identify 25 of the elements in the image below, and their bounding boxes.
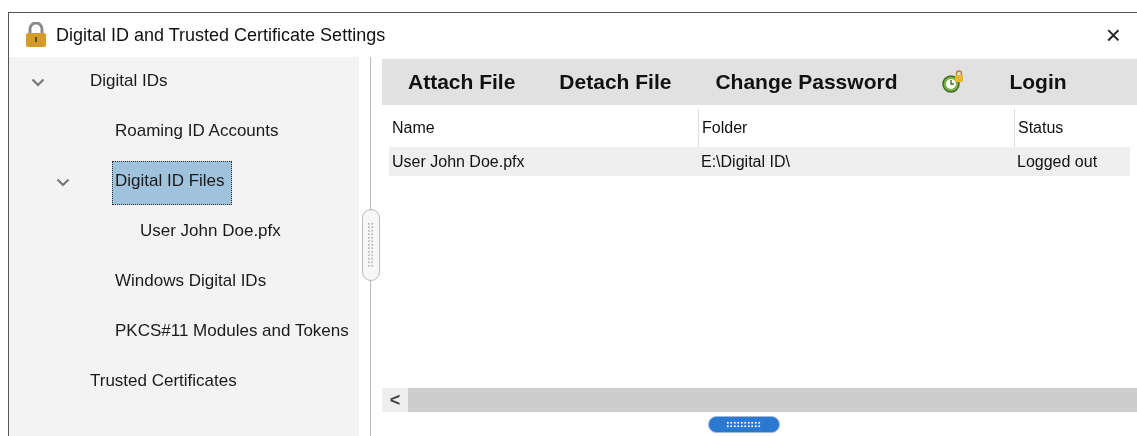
tree-item[interactable]: Trusted Certificates [87,361,244,392]
tree-item[interactable]: PKCS#11 Modules and Tokens [112,311,356,342]
close-button[interactable]: × [1099,22,1127,48]
splitter-handle[interactable] [361,209,380,281]
tree-item[interactable]: Digital IDs [87,61,175,92]
tree-item[interactable]: Windows Digital IDs [112,261,274,292]
column-header[interactable]: Name [389,109,698,147]
table-cell-text: E:\Digital ID\ [700,151,791,172]
table-cell-text: Logged out [1016,151,1099,172]
padlock-icon [24,22,48,48]
tree-item[interactable]: Roaming ID Accounts [112,111,286,142]
toolbar-button[interactable]: Detach File [559,66,672,98]
tree-item[interactable]: User John Doe.pfx [137,211,288,242]
scroll-left-button[interactable]: < [382,388,408,412]
resize-handle[interactable] [707,415,780,433]
chevron-icon[interactable] [31,78,45,87]
toolbar-button[interactable]: Attach File [408,66,516,98]
toolbar-button[interactable]: Change Password [715,66,898,98]
table-row[interactable]: User John Doe.pfx E:\Digital ID\ Logged out [389,147,1130,176]
chevron-icon[interactable] [56,178,70,187]
toolbar-button[interactable]: Login [1009,66,1067,98]
table-cell-text: User John Doe.pfx [391,151,526,172]
clock-lock-icon[interactable] [941,70,966,94]
window-title: Digital ID and Trusted Certificate Settings [56,23,386,47]
tree-item[interactable]: Digital ID Files [112,161,232,205]
